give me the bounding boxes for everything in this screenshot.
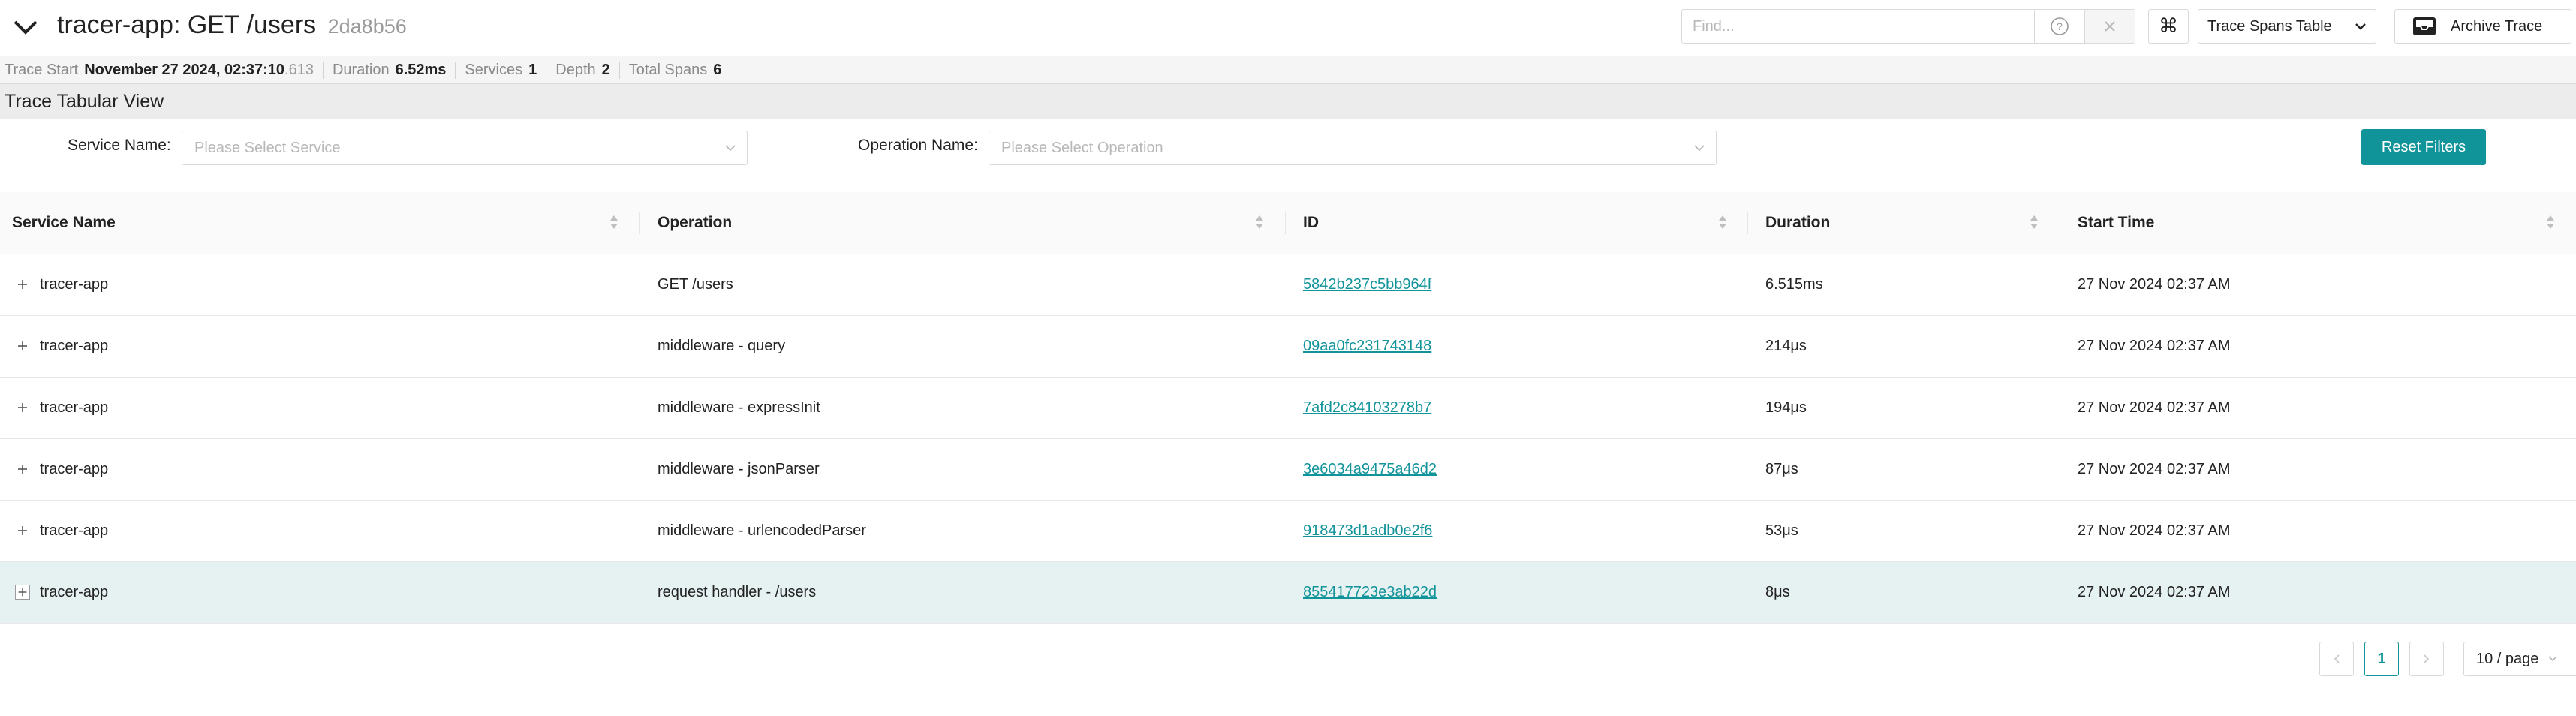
expand-icon[interactable] — [15, 462, 30, 477]
chevron-down-icon — [725, 145, 736, 152]
cell-duration: 8μs — [1765, 584, 1790, 600]
summary-total-spans: Total Spans 6 — [628, 61, 722, 78]
expand-icon[interactable] — [15, 277, 30, 292]
find-input[interactable] — [1682, 10, 2034, 43]
chevron-down-icon — [2355, 23, 2366, 30]
archive-trace-button[interactable]: Archive Trace — [2394, 9, 2571, 44]
prev-page-button[interactable] — [2319, 642, 2354, 676]
cell-start-time: 27 Nov 2024 02:37 AM — [2078, 276, 2231, 293]
trace-header: tracer-app: GET /users 2da8b56 ? ⌘ Trace… — [0, 0, 2576, 54]
cell-operation: middleware - query — [658, 338, 786, 354]
chevron-down-icon — [1694, 145, 1705, 152]
find-clear-button[interactable] — [2084, 10, 2135, 43]
trace-title: tracer-app: GET /users — [57, 11, 317, 39]
cell-duration: 194μs — [1765, 399, 1807, 416]
next-page-button[interactable] — [2409, 642, 2444, 676]
column-header-id[interactable]: ID — [1303, 192, 1319, 254]
cell-operation: middleware - jsonParser — [658, 461, 820, 477]
table-row[interactable]: tracer-app middleware - expressInit 7afd… — [0, 378, 2576, 439]
cell-duration: 87μs — [1765, 461, 1798, 477]
expand-icon[interactable] — [15, 585, 30, 600]
cell-service: tracer-app — [40, 338, 109, 354]
svg-text:?: ? — [2057, 20, 2063, 32]
service-filter-label: Service Name: — [68, 137, 171, 154]
table-row[interactable]: tracer-app middleware - urlencodedParser… — [0, 501, 2576, 562]
span-id-link[interactable]: 918473d1adb0e2f6 — [1303, 522, 1432, 540]
keyboard-shortcuts-button[interactable]: ⌘ — [2148, 9, 2189, 44]
span-id-link[interactable]: 3e6034a9475a46d2 — [1303, 461, 1437, 478]
table-row[interactable]: tracer-app middleware - query 09aa0fc231… — [0, 316, 2576, 378]
page-button[interactable]: 1 — [2364, 642, 2399, 676]
column-header-operation[interactable]: Operation — [658, 192, 732, 254]
sort-icon[interactable] — [2545, 213, 2556, 231]
cell-operation: GET /users — [658, 276, 733, 293]
cell-operation: middleware - expressInit — [658, 399, 820, 416]
chevron-right-icon — [2424, 654, 2430, 663]
trace-spans-table: Service Name Operation ID Duration Start… — [0, 192, 2576, 624]
sort-icon[interactable] — [2029, 213, 2039, 231]
archive-label: Archive Trace — [2451, 17, 2543, 35]
trace-summary-bar: Trace Start November 27 2024, 02:37:10.6… — [0, 56, 2576, 84]
cell-operation: request handler - /users — [658, 584, 817, 600]
chevron-down-icon — [2548, 656, 2557, 662]
trace-id: 2da8b56 — [327, 15, 407, 38]
column-header-duration[interactable]: Duration — [1765, 192, 1830, 254]
summary-depth: Depth 2 — [555, 61, 620, 79]
view-select[interactable]: Trace Spans Table — [2198, 9, 2376, 44]
table-row-selected[interactable]: tracer-app request handler - /users 8554… — [0, 562, 2576, 624]
page-size-select[interactable]: 10 / page — [2463, 642, 2576, 676]
page-size-value: 10 / page — [2476, 650, 2539, 667]
archive-icon — [2413, 17, 2436, 35]
chevron-down-icon[interactable] — [12, 14, 39, 41]
reset-filters-button[interactable]: Reset Filters — [2361, 129, 2486, 165]
page-title: tracer-app: GET /users 2da8b56 — [57, 11, 407, 40]
expand-icon[interactable] — [15, 338, 30, 353]
summary-duration: Duration 6.52ms — [333, 61, 456, 79]
sort-icon[interactable] — [609, 213, 619, 231]
operation-filter-placeholder: Please Select Operation — [1001, 139, 1163, 156]
summary-trace-start: Trace Start November 27 2024, 02:37:10.6… — [5, 61, 324, 79]
service-filter-placeholder: Please Select Service — [194, 139, 341, 156]
expand-icon[interactable] — [15, 400, 30, 415]
span-id-link[interactable]: 855417723e3ab22d — [1303, 584, 1437, 601]
cell-operation: middleware - urlencodedParser — [658, 522, 866, 539]
find-box: ? — [1681, 9, 2135, 44]
summary-services: Services 1 — [465, 61, 547, 79]
help-icon: ? — [2051, 17, 2069, 35]
cell-service: tracer-app — [40, 276, 109, 293]
chevron-left-icon — [2334, 654, 2340, 663]
cell-service: tracer-app — [40, 584, 109, 600]
expand-icon[interactable] — [15, 523, 30, 538]
service-filter-select[interactable]: Please Select Service — [182, 131, 748, 165]
cell-start-time: 27 Nov 2024 02:37 AM — [2078, 522, 2231, 539]
table-row[interactable]: tracer-app GET /users 5842b237c5bb964f 6… — [0, 254, 2576, 316]
cell-start-time: 27 Nov 2024 02:37 AM — [2078, 461, 2231, 477]
cell-start-time: 27 Nov 2024 02:37 AM — [2078, 399, 2231, 416]
cell-service: tracer-app — [40, 522, 109, 539]
cell-service: tracer-app — [40, 399, 109, 416]
section-title: Trace Tabular View — [0, 84, 2576, 119]
span-id-link[interactable]: 7afd2c84103278b7 — [1303, 399, 1431, 417]
view-select-value: Trace Spans Table — [2207, 17, 2332, 35]
cell-start-time: 27 Nov 2024 02:37 AM — [2078, 584, 2231, 600]
column-header-start-time[interactable]: Start Time — [2078, 192, 2154, 254]
close-icon — [2105, 21, 2115, 32]
cell-start-time: 27 Nov 2024 02:37 AM — [2078, 338, 2231, 354]
operation-filter-label: Operation Name: — [858, 137, 978, 154]
column-header-service[interactable]: Service Name — [12, 192, 116, 254]
operation-filter-select[interactable]: Please Select Operation — [989, 131, 1717, 165]
command-icon: ⌘ — [2159, 15, 2178, 38]
span-id-link[interactable]: 5842b237c5bb964f — [1303, 276, 1431, 293]
sort-icon[interactable] — [1254, 213, 1265, 231]
find-help-button[interactable]: ? — [2034, 10, 2084, 43]
cell-duration: 214μs — [1765, 338, 1807, 354]
span-id-link[interactable]: 09aa0fc231743148 — [1303, 338, 1431, 355]
sort-icon[interactable] — [1717, 213, 1728, 231]
cell-duration: 53μs — [1765, 522, 1798, 539]
cell-duration: 6.515ms — [1765, 276, 1823, 293]
table-header: Service Name Operation ID Duration Start… — [0, 192, 2576, 254]
table-row[interactable]: tracer-app middleware - jsonParser 3e603… — [0, 439, 2576, 501]
cell-service: tracer-app — [40, 461, 109, 477]
